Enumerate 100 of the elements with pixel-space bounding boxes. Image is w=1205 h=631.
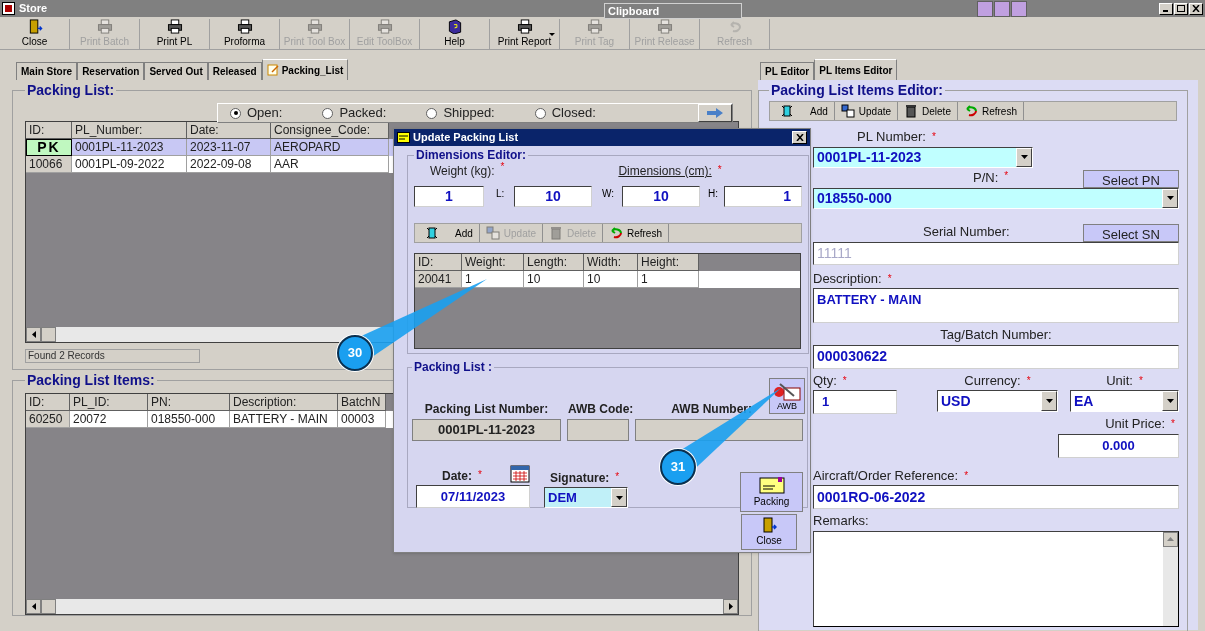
maximize-icon	[1177, 5, 1185, 12]
radio-button[interactable]	[322, 107, 334, 119]
trash-icon	[549, 226, 564, 240]
dropdown-field[interactable]: 018550-000	[813, 187, 1179, 209]
dropdown-button[interactable]	[1162, 391, 1178, 411]
section-title: Packing List Items:	[26, 371, 156, 390]
required-mark: *	[1138, 373, 1143, 388]
field-label: Date:	[442, 468, 472, 485]
dropdown-button[interactable]	[611, 488, 627, 507]
radio-option[interactable]: Closed:	[534, 103, 596, 123]
horizontal-scrollbar[interactable]	[26, 599, 738, 614]
table-cell: AAR	[271, 156, 389, 173]
column-header[interactable]: Date:	[187, 122, 271, 139]
column-header[interactable]: Weight:	[462, 254, 524, 271]
column-header[interactable]: ID:	[415, 254, 462, 271]
column-header[interactable]: Height:	[638, 254, 699, 271]
tab[interactable]: Main Store	[16, 62, 78, 80]
awb-button[interactable]: AWB	[769, 378, 805, 414]
go-button[interactable]	[698, 104, 732, 122]
radio-option[interactable]: Open:	[230, 103, 283, 123]
dropdown-field[interactable]: EA	[1070, 390, 1179, 412]
tab[interactable]: Reservation	[77, 62, 145, 80]
minimize-button[interactable]	[1159, 2, 1173, 15]
input-field[interactable]: 0.000	[1058, 433, 1179, 458]
column-header[interactable]: ID:	[26, 394, 70, 411]
left-arrow-icon	[31, 331, 36, 338]
input-field[interactable]: 07/11/2023	[416, 485, 530, 508]
toolbar-button[interactable]: Print PL	[140, 19, 210, 49]
toolbar-button[interactable]: Close	[0, 19, 70, 49]
radio-option[interactable]: Packed:	[322, 103, 387, 123]
input-field[interactable]: 1	[414, 186, 484, 207]
dialog-close-button[interactable]: Close	[741, 514, 797, 550]
section-title: Packing List Items Editor:	[770, 81, 944, 100]
toolbar-button[interactable]: Print Report	[490, 19, 560, 49]
caret-icon	[1166, 399, 1174, 403]
toolbar-button[interactable]: Refresh	[602, 224, 669, 242]
toolbar-button[interactable]: Delete	[898, 102, 958, 120]
field-label: W:	[602, 187, 616, 201]
dropdown-field[interactable]: USD	[937, 390, 1058, 412]
required-mark: *	[931, 130, 936, 145]
select-sn-button[interactable]: Select SN	[1083, 223, 1179, 242]
input-field[interactable]: BATTERY - MAIN	[813, 288, 1179, 323]
radio-button[interactable]	[230, 107, 241, 119]
column-header[interactable]: Length:	[524, 254, 584, 271]
field-label: Signature:	[550, 470, 610, 487]
toolbar-button[interactable]: Refresh	[957, 102, 1024, 120]
toolbar-button[interactable]: Update	[834, 102, 899, 120]
calendar-icon[interactable]	[510, 465, 530, 483]
dropdown-field[interactable]: 0001PL-11-2023	[813, 146, 1033, 168]
column-header[interactable]: Description:	[230, 394, 338, 411]
column-header[interactable]: PL_Number:	[72, 122, 187, 139]
input-field[interactable]: 10	[622, 186, 700, 207]
dropdown-button[interactable]	[1041, 391, 1057, 411]
caret-icon	[1166, 196, 1174, 200]
column-header[interactable]: ID:	[26, 122, 72, 139]
column-header[interactable]: PN:	[148, 394, 230, 411]
column-header[interactable]: BatchN	[338, 394, 386, 411]
radio-button[interactable]	[426, 107, 438, 119]
input-field[interactable]: 0001RO-06-2022	[813, 485, 1179, 509]
toolbar-button[interactable]: Proforma	[210, 19, 280, 49]
input-field[interactable]: 1	[724, 186, 802, 207]
tab[interactable]: Served Out	[144, 62, 208, 80]
scrollbar-thumb[interactable]	[41, 599, 56, 614]
input-field[interactable]: 1	[813, 390, 897, 414]
maximize-button[interactable]	[1174, 2, 1188, 15]
tab[interactable]: PL Items Editor	[814, 59, 898, 80]
radio-button[interactable]	[534, 107, 546, 119]
field-label: H:	[708, 187, 719, 201]
tray-icon[interactable]	[1011, 0, 1027, 17]
toolbar-button[interactable]: Add	[774, 102, 835, 120]
toolbar-button[interactable]: Help	[420, 19, 490, 49]
packing-button[interactable]: Packing	[740, 472, 803, 512]
remarks-field[interactable]	[813, 530, 1179, 627]
table-row[interactable]: 20041 1 10 10 1	[415, 271, 800, 288]
vertical-scrollbar[interactable]	[1163, 531, 1178, 626]
awb-code-field[interactable]	[567, 419, 629, 441]
input-field[interactable]: 000030622	[813, 344, 1179, 369]
column-header[interactable]: PL_ID:	[70, 394, 148, 411]
close-button[interactable]	[792, 131, 807, 144]
select-pn-button[interactable]: Select PN	[1083, 169, 1179, 188]
tray-icon[interactable]	[994, 0, 1010, 17]
dropdown-button[interactable]	[1162, 188, 1178, 208]
tab[interactable]: Released	[207, 62, 262, 80]
radio-option[interactable]: Shipped:	[426, 103, 495, 123]
field-label: Tag/Batch Number:	[940, 326, 1052, 344]
scrollbar-thumb[interactable]	[41, 327, 56, 342]
dropdown-field[interactable]: DEM	[544, 487, 628, 508]
tab[interactable]: Packing_List	[261, 59, 349, 80]
toolbar-button[interactable]: Add	[419, 224, 480, 242]
printer-icon	[306, 19, 323, 34]
dropdown-button[interactable]	[1016, 147, 1032, 167]
printer-icon	[586, 19, 603, 34]
required-mark: *	[842, 373, 847, 388]
required-mark: *	[964, 468, 969, 483]
close-button[interactable]	[1189, 2, 1203, 15]
field-label: L:	[496, 187, 506, 201]
input-field[interactable]: 10	[514, 186, 592, 207]
column-header[interactable]: Width:	[584, 254, 638, 271]
tray-icon[interactable]	[977, 0, 993, 17]
table-cell: BATTERY - MAIN	[230, 411, 338, 428]
